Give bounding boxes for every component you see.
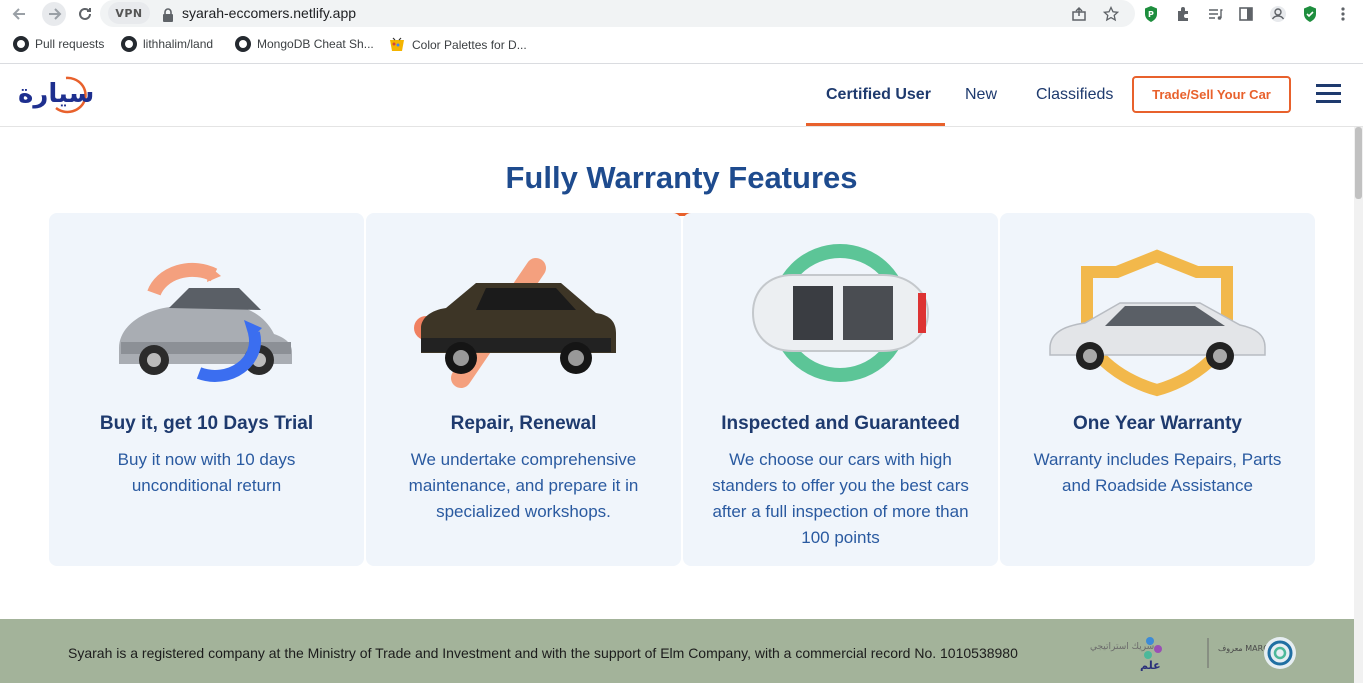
partner-logos: شريك استراتيجي علم معروف MAROOF bbox=[1090, 637, 1296, 671]
palette-icon bbox=[390, 37, 404, 51]
github-icon bbox=[13, 36, 29, 52]
car-shield-icon bbox=[1049, 249, 1266, 397]
feature-card-repair: Repair, Renewal We undertake comprehensi… bbox=[366, 213, 681, 566]
bookmark-lithhalim-land[interactable]: lithhalim/land bbox=[121, 36, 213, 52]
reload-icon[interactable] bbox=[75, 4, 95, 24]
more-menu-icon[interactable] bbox=[1333, 4, 1353, 24]
github-icon bbox=[121, 36, 137, 52]
url-text[interactable]: syarah-eccomers.netlify.app bbox=[182, 5, 356, 21]
card-description: We choose our cars with high standers to… bbox=[712, 450, 969, 547]
site-header: سيارة Certified User New Classifieds Tra… bbox=[0, 64, 1363, 127]
footer-registration-text: Syarah is a registered company at the Mi… bbox=[68, 645, 1018, 661]
svg-text:علم: علم bbox=[1140, 659, 1161, 671]
profile-icon[interactable] bbox=[1268, 4, 1288, 24]
browser-toolbar: VPN syarah-eccomers.netlify.app P bbox=[0, 0, 1363, 28]
card-title: One Year Warranty bbox=[1073, 413, 1242, 434]
back-arrow-icon[interactable] bbox=[10, 4, 30, 24]
car-repair-icon bbox=[414, 258, 616, 388]
card-title: Repair, Renewal bbox=[450, 413, 597, 434]
scrollbar-track[interactable] bbox=[1354, 127, 1363, 683]
partner-logo-text: شريك استراتيجي bbox=[1090, 642, 1154, 652]
bookmark-mongodb[interactable]: MongoDB Cheat Sh... bbox=[235, 36, 374, 52]
card-title: Inspected and Guaranteed bbox=[721, 413, 960, 434]
github-icon bbox=[235, 36, 251, 52]
feature-card-inspected: Inspected and Guaranteed We choose our c… bbox=[683, 213, 998, 566]
syarah-logo[interactable]: سيارة bbox=[16, 72, 104, 114]
footer: Syarah is a registered company at the Mi… bbox=[0, 619, 1354, 683]
share-icon[interactable] bbox=[1069, 4, 1089, 24]
car-refresh-icon bbox=[119, 262, 292, 382]
svg-text:P: P bbox=[1148, 10, 1154, 19]
card-description: Buy it now with 10 days unconditional re… bbox=[117, 450, 296, 495]
svg-text:سيارة: سيارة bbox=[18, 79, 94, 109]
puzzle-icon[interactable] bbox=[1173, 4, 1193, 24]
feature-card-trial: Buy it, get 10 Days Trial Buy it now wit… bbox=[49, 213, 364, 566]
card-title: Buy it, get 10 Days Trial bbox=[99, 413, 314, 434]
section-title: Fully Warranty Features bbox=[505, 160, 858, 195]
card-description: Warranty includes Repairs, Parts and Roa… bbox=[1033, 450, 1282, 495]
bookmark-color-palettes[interactable]: Color Palettes for D... bbox=[388, 36, 527, 54]
nav-new[interactable]: New bbox=[965, 86, 997, 104]
media-playlist-icon[interactable] bbox=[1205, 4, 1225, 24]
trade-sell-car-button[interactable]: Trade/Sell Your Car bbox=[1132, 76, 1291, 113]
bookmarks-bar: Pull requests lithhalim/land MongoDB Che… bbox=[0, 28, 1363, 64]
bookmark-pull-requests[interactable]: Pull requests bbox=[13, 36, 104, 52]
star-icon[interactable] bbox=[1101, 4, 1121, 24]
nav-classifieds[interactable]: Classifieds bbox=[1036, 86, 1113, 104]
active-nav-indicator bbox=[806, 123, 945, 126]
extension-shield-p-icon[interactable]: P bbox=[1141, 4, 1161, 24]
hamburger-menu-icon[interactable] bbox=[1316, 84, 1342, 106]
card-description: We undertake comprehensive maintenance, … bbox=[408, 450, 639, 521]
maroof-logo-icon bbox=[1264, 637, 1296, 669]
forward-arrow-icon[interactable] bbox=[42, 2, 66, 26]
security-check-icon[interactable] bbox=[1300, 4, 1320, 24]
feature-card-warranty: One Year Warranty Warranty includes Repa… bbox=[1000, 213, 1315, 566]
side-panel-icon[interactable] bbox=[1236, 4, 1256, 24]
car-inspection-icon bbox=[751, 244, 930, 382]
lock-icon[interactable] bbox=[162, 7, 174, 26]
bookmark-label: MongoDB Cheat Sh... bbox=[257, 37, 374, 51]
nav-certified-user[interactable]: Certified User bbox=[826, 86, 931, 104]
bookmark-label: Color Palettes for D... bbox=[412, 38, 527, 52]
vpn-badge[interactable]: VPN bbox=[108, 2, 150, 24]
bookmark-label: Pull requests bbox=[35, 37, 105, 51]
bookmark-label: lithhalim/land bbox=[143, 37, 214, 51]
